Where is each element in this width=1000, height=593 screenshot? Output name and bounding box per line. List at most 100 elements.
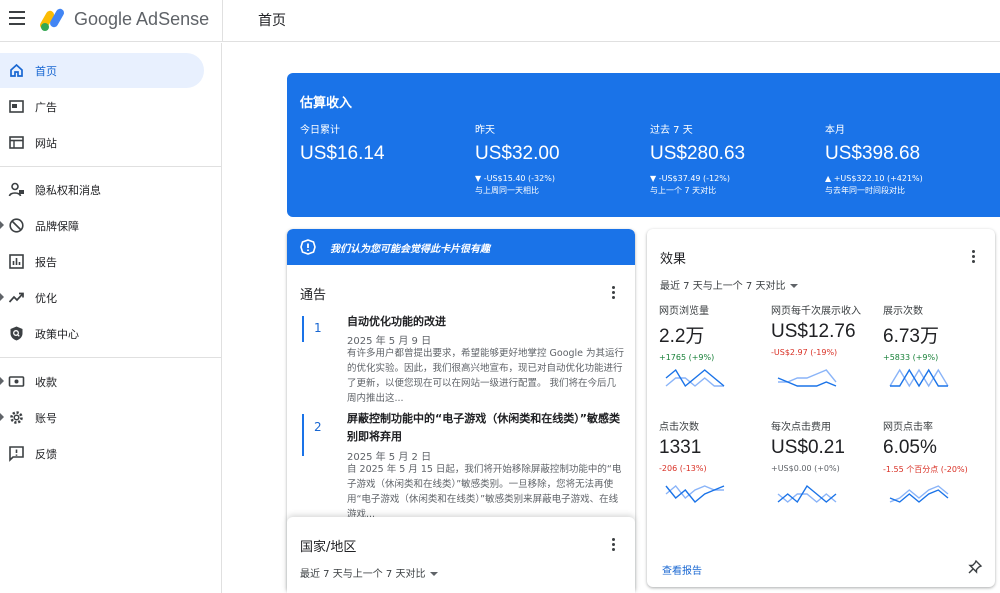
payments-icon bbox=[8, 376, 25, 387]
sparkline-previous bbox=[889, 368, 949, 388]
stat-page-ctr[interactable]: 网页点击率 6.05% -1.55 个百分点 (-20%) bbox=[883, 418, 993, 503]
notice-number: 2 bbox=[314, 420, 322, 434]
period-label: 最近 7 天与上一个 7 天对比 bbox=[660, 281, 786, 292]
more-options-icon[interactable] bbox=[612, 538, 616, 552]
stat-cpc[interactable]: 每次点击费用 US$0.21 +US$0.00 (+0%) bbox=[771, 418, 881, 504]
sparkline bbox=[665, 368, 725, 388]
metric-last-7-days: 过去 7 天 US$280.63 ▼ -US$37.49 (-12%) 与上一个… bbox=[650, 121, 820, 196]
sidebar-item-sites[interactable]: 网站 bbox=[0, 125, 204, 160]
menu-icon[interactable] bbox=[9, 11, 25, 25]
stat-change: -1.55 个百分点 (-20%) bbox=[883, 465, 968, 474]
sites-icon bbox=[9, 136, 24, 149]
period-dropdown[interactable]: 最近 7 天与上一个 7 天对比 bbox=[660, 277, 799, 292]
stat-value: US$12.76 bbox=[771, 321, 856, 342]
sidebar-item-label: 隐私权和消息 bbox=[35, 184, 101, 197]
sparkline-current bbox=[889, 489, 949, 503]
view-report-link[interactable]: 查看报告 bbox=[662, 562, 702, 577]
expand-arrow-icon bbox=[0, 377, 4, 385]
ads-icon bbox=[9, 100, 24, 113]
home-icon bbox=[10, 63, 23, 77]
metric-label: 过去 7 天 bbox=[650, 125, 693, 136]
sidebar-item-account[interactable]: 账号 bbox=[0, 400, 204, 435]
stat-change: -206 (-13%) bbox=[659, 464, 707, 473]
country-title: 国家/地区 bbox=[300, 540, 357, 555]
chevron-down-icon bbox=[430, 572, 439, 576]
sparkline bbox=[777, 369, 837, 387]
sidebar-item-payments[interactable]: 收款 bbox=[0, 364, 204, 399]
adsense-logo-icon bbox=[40, 8, 64, 31]
policy-icon bbox=[10, 326, 23, 341]
page-title: 首页 bbox=[258, 13, 286, 29]
stat-value: 6.05% bbox=[883, 437, 937, 458]
stat-label: 点击次数 bbox=[659, 422, 699, 433]
more-options-icon[interactable] bbox=[972, 250, 976, 264]
period-dropdown[interactable]: 最近 7 天与上一个 7 天对比 bbox=[300, 565, 439, 580]
divider bbox=[222, 0, 223, 42]
sidebar-item-reports[interactable]: 报告 bbox=[0, 244, 204, 279]
sparkline bbox=[665, 485, 725, 503]
sidebar-item-label: 品牌保障 bbox=[35, 220, 79, 233]
notice-body: 自 2025 年 5 月 15 日起，我们将开始移除屏蔽控制功能中的“电子游戏（… bbox=[347, 464, 622, 518]
stat-change: +5833 (+9%) bbox=[883, 353, 939, 362]
metric-value: US$16.14 bbox=[300, 143, 385, 164]
metric-label: 本月 bbox=[825, 125, 845, 136]
sidebar-item-optimization[interactable]: 优化 bbox=[0, 280, 204, 315]
notice-accent bbox=[302, 316, 304, 342]
sparkline-current bbox=[777, 377, 837, 387]
pin-icon[interactable] bbox=[967, 559, 983, 575]
notice-number: 1 bbox=[314, 321, 322, 335]
sidebar-item-home[interactable]: 首页 bbox=[0, 53, 204, 88]
stat-page-views[interactable]: 网页浏览量 2.2万 +1765 (+9%) bbox=[659, 302, 769, 388]
performance-card: 效果 最近 7 天与上一个 7 天对比 网页浏览量 2.2万 +1765 (+9… bbox=[647, 229, 995, 587]
notices-title: 通告 bbox=[300, 288, 327, 303]
divider bbox=[0, 166, 222, 167]
sidebar-item-feedback[interactable]: 反馈 bbox=[0, 436, 204, 471]
sidebar-item-brand-safety[interactable]: 品牌保障 bbox=[0, 208, 204, 243]
metric-value: US$398.68 bbox=[825, 143, 921, 164]
stat-label: 网页每千次展示收入 bbox=[771, 306, 861, 317]
stat-label: 网页点击率 bbox=[883, 422, 933, 433]
metric-today: 今日累计 US$16.14 bbox=[300, 121, 470, 165]
notice-accent bbox=[302, 414, 304, 456]
metric-change: ▼ -US$37.49 (-12%) bbox=[650, 174, 730, 183]
sidebar-item-ads[interactable]: 广告 bbox=[0, 89, 204, 124]
notice-date: 2025 年 5 月 2 日 bbox=[347, 452, 432, 463]
notice-item[interactable]: 2 屏蔽控制功能中的“电子游戏（休闲类和在线类）”敏感类别即将弃用 2025 年… bbox=[302, 412, 632, 518]
sidebar-item-label: 收款 bbox=[35, 376, 57, 389]
top-app-bar: Google AdSense 首页 bbox=[0, 0, 1000, 42]
stat-label: 展示次数 bbox=[883, 306, 923, 317]
stat-label: 网页浏览量 bbox=[659, 306, 709, 317]
period-label: 最近 7 天与上一个 7 天对比 bbox=[300, 569, 426, 580]
sparkline-previous bbox=[778, 369, 837, 383]
sidebar-item-label: 首页 bbox=[35, 65, 57, 78]
divider bbox=[0, 357, 222, 358]
privacy-icon bbox=[8, 182, 24, 197]
country-card: 国家/地区 最近 7 天与上一个 7 天对比 bbox=[287, 517, 635, 593]
stat-change: -US$2.97 (-19%) bbox=[771, 348, 838, 357]
sidebar-item-label: 网站 bbox=[35, 137, 57, 150]
sidebar-item-label: 广告 bbox=[35, 101, 57, 114]
expand-arrow-icon bbox=[0, 293, 4, 301]
notice-title: 自动优化功能的改进 bbox=[347, 315, 446, 328]
sparkline-current bbox=[665, 485, 725, 503]
sidebar-item-label: 反馈 bbox=[35, 448, 57, 461]
more-options-icon[interactable] bbox=[612, 286, 616, 300]
earnings-card[interactable]: 估算收入 今日累计 US$16.14 昨天 US$32.00 ▼ -US$15.… bbox=[287, 73, 1000, 217]
stat-impressions[interactable]: 展示次数 6.73万 +5833 (+9%) bbox=[883, 302, 993, 388]
sidebar-item-policy-center[interactable]: 政策中心 bbox=[0, 316, 204, 351]
stat-page-rpm[interactable]: 网页每千次展示收入 US$12.76 -US$2.97 (-19%) bbox=[771, 302, 881, 387]
stat-change: +1765 (+9%) bbox=[659, 353, 715, 362]
stat-clicks[interactable]: 点击次数 1331 -206 (-13%) bbox=[659, 418, 769, 503]
performance-title: 效果 bbox=[660, 252, 687, 267]
sidebar-item-privacy[interactable]: 隐私权和消息 bbox=[0, 172, 204, 207]
stat-value: 6.73万 bbox=[883, 326, 939, 347]
sidebar-item-label: 政策中心 bbox=[35, 328, 79, 341]
reports-icon bbox=[9, 254, 24, 269]
earnings-title: 估算收入 bbox=[300, 96, 353, 111]
notice-title: 屏蔽控制功能中的“电子游戏（休闲类和在线类）”敏感类别即将弃用 bbox=[347, 412, 620, 443]
notice-item[interactable]: 1 自动优化功能的改进 2025 年 5 月 9 日 有许多用户都曾提出要求，希… bbox=[302, 315, 632, 404]
notice-date: 2025 年 5 月 9 日 bbox=[347, 336, 432, 347]
metric-change: ▲ +US$322.10 (+421%) bbox=[825, 174, 923, 183]
notice-body: 有许多用户都曾提出要求，希望能够更好地掌控 Google 为其运行的优化实验。因… bbox=[347, 348, 625, 404]
metric-compare: 与上一个 7 天对比 bbox=[650, 186, 717, 195]
